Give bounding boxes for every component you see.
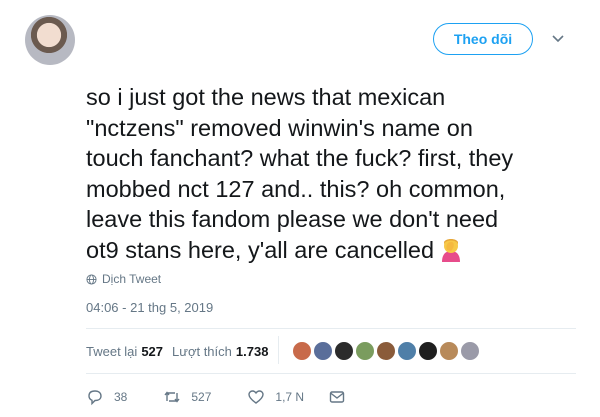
tweet-line: ot9 stans here, y'all are cancelled [86,236,435,263]
tweet-line: touch fanchant? what the fuck? first, th… [86,145,514,171]
reply-action[interactable]: 38 [86,388,127,406]
likes-label: Lượt thích [172,344,232,359]
tweet-line: mobbed nct 127 and.. this? oh common, [86,175,506,202]
retweet-count: 527 [191,390,212,404]
envelope-icon [329,391,345,403]
likes-count: 1.738 [235,344,269,359]
tweet-line: "nctzens" removed winwin's name on [86,114,473,141]
retweet-action[interactable]: 527 [163,388,211,406]
divider [86,328,576,329]
retweets-label: Tweet lại [86,344,138,359]
follow-button-label: Theo dõi [453,31,513,47]
likes-stat[interactable]: Lượt thích 1.738 [172,344,268,359]
tweet-line-last: ot9 stans here, y'all are cancelled [86,235,586,266]
retweets-count: 527 [141,344,164,359]
avatar[interactable] [25,15,75,65]
tweet-text: so i just got the news that mexican "nct… [86,82,586,265]
divider [86,373,576,374]
liker-avatar[interactable] [375,340,397,362]
tweet-actions: 38 527 1,7 N [86,388,346,406]
tweet-stats: Tweet lại 527 Lượt thích 1.738 [86,344,268,359]
translate-label: Dịch Tweet [102,272,162,286]
tweet-line: leave this fandom please we don't need [86,206,499,232]
liker-avatar[interactable] [312,340,334,362]
liker-avatars [291,340,481,362]
globe-icon [86,273,97,285]
like-count: 1,7 N [275,390,305,404]
reply-count: 38 [114,390,128,404]
like-action[interactable]: 1,7 N [247,388,304,406]
tweet-line: so i just got the news that mexican [86,84,446,110]
retweet-icon [164,391,180,403]
liker-avatar[interactable] [354,340,376,362]
follow-button[interactable]: Theo dõi [433,23,533,55]
translate-tweet-link[interactable]: Dịch Tweet [86,272,161,286]
liker-avatar[interactable] [459,340,481,362]
retweets-stat[interactable]: Tweet lại 527 [86,344,163,359]
heart-icon [248,390,265,404]
reply-icon [88,390,102,406]
chevron-down-icon[interactable] [551,31,565,45]
liker-avatar[interactable] [396,340,418,362]
liker-avatar[interactable] [438,340,460,362]
facepalm-emoji-icon [442,238,461,262]
tweet-timestamp[interactable]: 04:06 - 21 thg 5, 2019 [86,300,213,315]
liker-avatar[interactable] [333,340,355,362]
liker-avatar[interactable] [417,340,439,362]
liker-avatar[interactable] [291,340,313,362]
stats-separator [278,336,279,364]
message-action[interactable] [328,388,346,406]
